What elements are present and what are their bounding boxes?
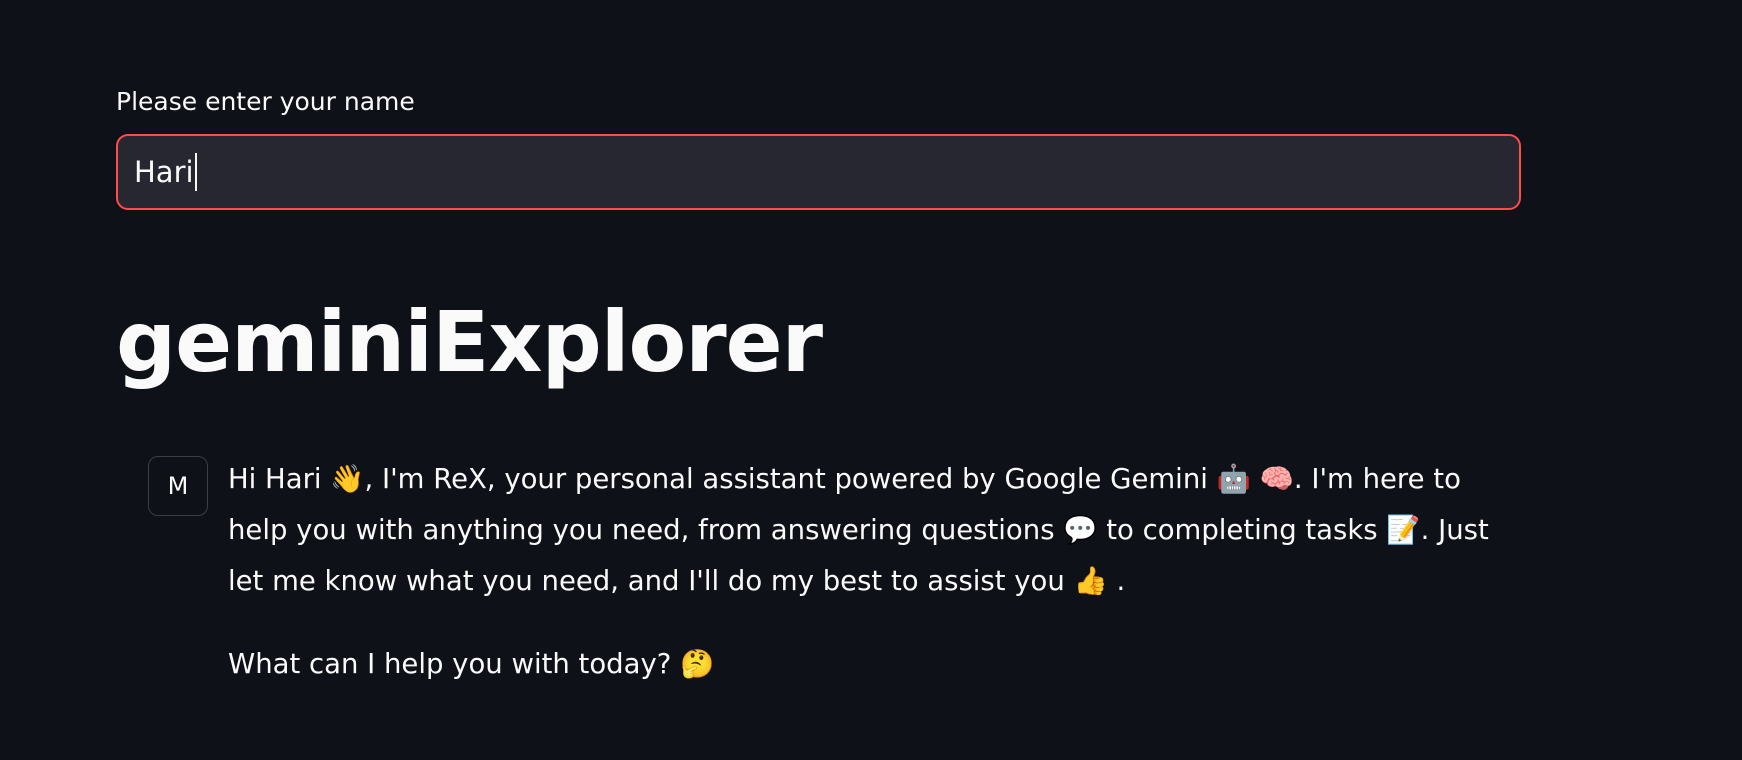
page-title: geminiExplorer: [116, 293, 823, 391]
avatar-initial: M: [167, 472, 189, 500]
thinking-face-icon: 🤔: [680, 648, 715, 680]
message-text: to completing tasks: [1097, 514, 1387, 546]
chat-message: M Hi Hari 👋, I'm ReX, your personal assi…: [148, 456, 1508, 690]
text-caret: [194, 153, 197, 191]
name-input[interactable]: Hari: [116, 134, 1521, 210]
message-text: .: [1107, 565, 1126, 597]
robot-icon: 🤖: [1216, 463, 1251, 495]
name-field-label: Please enter your name: [116, 87, 415, 116]
name-input-value[interactable]: Hari: [134, 154, 194, 190]
message-text: Hi Hari: [228, 463, 331, 495]
message-text: [1251, 463, 1260, 495]
message-paragraph: What can I help you with today? 🤔: [228, 639, 1498, 690]
brain-icon: 🧠: [1259, 463, 1294, 495]
waving-hand-icon: 👋: [330, 463, 365, 495]
message-text: What can I help you with today?: [228, 648, 681, 680]
message-paragraph: Hi Hari 👋, I'm ReX, your personal assist…: [228, 454, 1498, 607]
memo-icon: 📝: [1386, 514, 1421, 546]
thumbs-up-icon: 👍: [1073, 565, 1108, 597]
assistant-avatar: M: [148, 456, 208, 516]
app-page: Please enter your name Hari geminiExplor…: [0, 0, 1742, 760]
message-text: , I'm ReX, your personal assistant power…: [364, 463, 1217, 495]
message-body: Hi Hari 👋, I'm ReX, your personal assist…: [228, 454, 1498, 690]
speech-bubble-icon: 💬: [1063, 514, 1098, 546]
